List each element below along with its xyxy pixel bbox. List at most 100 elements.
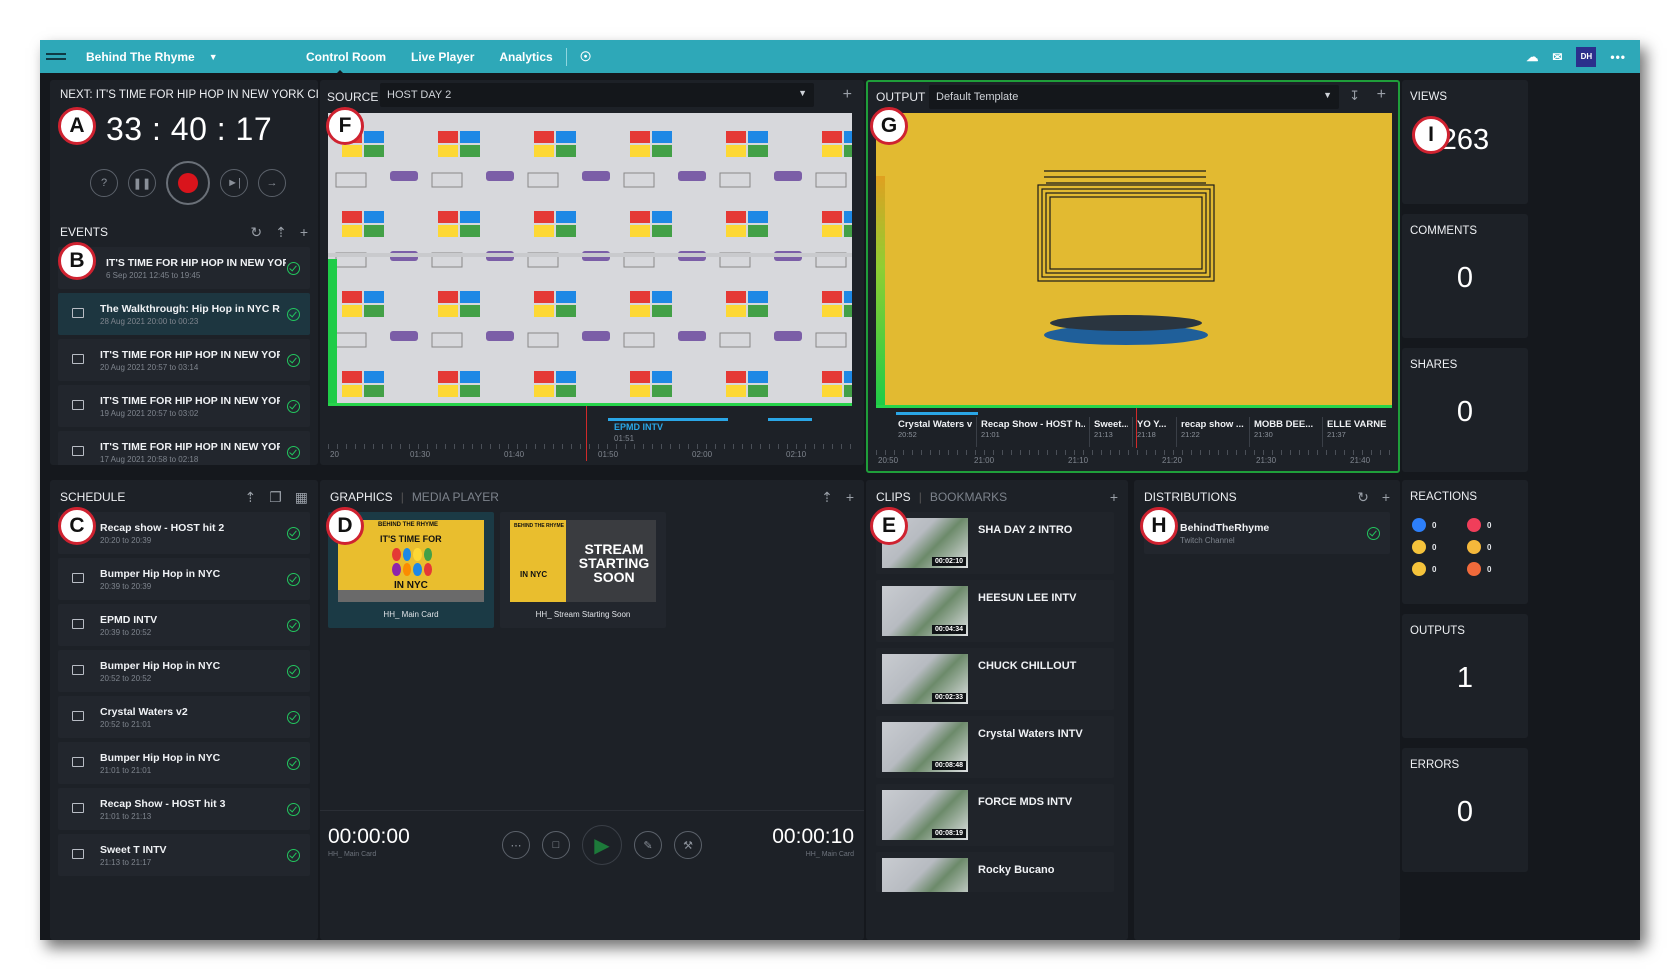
upload-icon[interactable]: ⇡ [821,489,833,506]
check-icon [287,711,300,724]
upload-icon[interactable]: ⇡ [275,224,287,241]
list-item[interactable]: 00:08:48 Crystal Waters INTV [876,716,1114,778]
segment[interactable]: Sweet... 21:13 [1090,417,1133,447]
list-item[interactable]: Sweet T INTV 21:13 to 21:17 [58,834,310,876]
timeline-clip-2[interactable] [768,418,812,421]
shares-value: 0 [1456,396,1474,428]
tab-clips[interactable]: CLIPS [876,490,911,504]
trash-icon[interactable]: □ [542,831,570,859]
list-item[interactable]: 00:02:10 SHA DAY 2 INTRO [876,512,1114,574]
chat-icon[interactable]: ✉ [1552,50,1562,64]
list-item[interactable]: Rocky Bucano [876,852,1114,892]
like-icon [1412,518,1426,532]
tab-graphics[interactable]: GRAPHICS [330,490,393,504]
calendar-icon[interactable]: ▦ [295,489,308,506]
list-item[interactable]: IT'S TIME FOR HIP HOP IN NEW YOR... 6 Sep… [58,247,310,289]
skip-icon[interactable]: ►| [220,169,248,197]
avatar[interactable]: DH [1576,46,1597,67]
play-button[interactable]: ▶ [582,825,622,865]
list-item[interactable]: 00:08:19 FORCE MDS INTV [876,784,1114,846]
list-item[interactable]: 00:02:33 CHUCK CHILLOUT [876,648,1114,710]
record-button[interactable] [166,161,210,205]
list-item[interactable]: Recap Show - HOST hit 3 21:01 to 21:13 [58,788,310,830]
comments-label: COMMENTS [1410,225,1478,237]
output-graphic [876,113,1392,405]
list-item[interactable]: The Walkthrough: Hip Hop in NYC Reca...2… [58,293,310,335]
list-item[interactable]: Recap show - HOST hit 2 20:20 to 20:39 [58,512,310,554]
menu-icon[interactable] [46,51,68,63]
tab-bookmarks[interactable]: BOOKMARKS [930,490,1007,504]
cloud-icon[interactable]: ☁ [1526,50,1538,64]
distribution-name: BehindTheRhyme [1180,522,1270,534]
refresh-icon[interactable]: ↻ [250,224,262,241]
add-icon[interactable]: + [1110,489,1118,505]
segment[interactable]: YO Y... 21:18 [1133,417,1177,447]
more-icon[interactable]: ⋯ [502,831,530,859]
graphic-card[interactable]: BEHIND THE RHYME IN NYC STREAM STARTING … [500,512,666,628]
video-icon [72,665,84,675]
more-icon[interactable]: ••• [1610,50,1626,64]
download-icon[interactable]: ↧ [1349,88,1360,104]
tab-control-room[interactable]: Control Room [306,50,386,76]
list-item[interactable]: Bumper Hip Hop in NYC 20:52 to 20:52 [58,650,310,692]
output-template-select[interactable]: Default Template ▼ [929,85,1339,109]
timeline-segment[interactable] [896,412,978,415]
audio-meter-source [328,259,337,403]
add-icon[interactable]: + [846,489,854,506]
tab-media-player[interactable]: MEDIA PLAYER [412,490,499,504]
list-item[interactable]: IT'S TIME FOR HIP HOP IN NEW YOR... 17 Au… [58,431,310,465]
segment[interactable]: recap show ... 21:22 [1177,417,1250,447]
forward-icon[interactable]: → [258,169,286,197]
check-icon [287,573,300,586]
annotation-badge-c: C [58,507,96,545]
tab-analytics[interactable]: Analytics [499,50,552,64]
audio-meter-output [876,176,885,405]
clip-thumbnail: 00:04:34 [882,586,968,636]
list-item[interactable]: Crystal Waters v2 20:52 to 21:01 [58,696,310,738]
list-item[interactable]: IT'S TIME FOR HIP HOP IN NEW YOR... 19 Au… [58,385,310,427]
segment[interactable]: Crystal Waters v2 20:52 [894,417,977,447]
timeline-ruler [328,444,852,449]
list-item[interactable]: 00:04:34 HEESUN LEE INTV [876,580,1114,642]
source-panel: SOURCE HOST DAY 2 ▼ + EPMD INTV 01:51 20… [320,80,864,465]
list-item[interactable]: BehindTheRhyme Twitch Channel [1144,512,1390,554]
list-item[interactable]: EPMD INTV 20:39 to 20:52 [58,604,310,646]
add-icon[interactable]: + [1377,86,1386,104]
segment[interactable]: ELLE VARNER II21:37 [1323,417,1391,447]
views-label: VIEWS [1410,91,1448,103]
add-icon[interactable]: + [1382,489,1390,506]
reaction-haha: 0 [1467,540,1522,554]
tab-live-player[interactable]: Live Player [411,50,474,64]
add-icon[interactable]: + [300,224,308,241]
edit-icon[interactable]: ✎ [634,831,662,859]
refresh-icon[interactable]: ↻ [1357,489,1369,506]
globe-icon[interactable]: ☉ [580,49,592,65]
timeline-ruler [876,450,1392,455]
tab-divider: | [918,490,922,504]
list-item[interactable]: IT'S TIME FOR HIP HOP IN NEW YOR... 20 Au… [58,339,310,381]
list-item[interactable]: Bumper Hip Hop in NYC 21:01 to 21:01 [58,742,310,784]
playhead[interactable] [586,406,587,461]
project-selector[interactable]: Behind The Rhyme ▼ [86,50,218,64]
check-icon [287,803,300,816]
source-select[interactable]: HOST DAY 2 ▼ [380,83,814,107]
check-icon [287,262,300,275]
help-icon[interactable]: ? [90,169,118,197]
chevron-down-icon: ▼ [208,51,218,62]
wrench-icon[interactable]: ⚒ [674,831,702,859]
pause-icon[interactable]: ❚❚ [128,169,156,197]
countdown-timer: 33 : 40 : 17 [106,111,273,147]
copy-icon[interactable]: ❐ [269,489,282,506]
segment[interactable]: MOBB DEE... 21:30 [1250,417,1323,447]
annotation-badge-e: E [870,507,908,545]
segment[interactable]: Recap Show - HOST h... 21:01 [977,417,1090,447]
annotation-badge-g: G [870,107,908,145]
add-icon[interactable]: + [843,86,852,104]
video-icon [72,803,84,813]
list-item[interactable]: Bumper Hip Hop in NYC 20:39 to 20:39 [58,558,310,600]
timeline-clip[interactable] [608,418,728,421]
upload-icon[interactable]: ⇡ [244,489,256,506]
schedule-panel: SCHEDULE ⇡ ❐ ▦ Recap show - HOST hit 2 20:2… [50,480,318,940]
check-icon [287,527,300,540]
annotation-badge-d: D [326,507,364,545]
